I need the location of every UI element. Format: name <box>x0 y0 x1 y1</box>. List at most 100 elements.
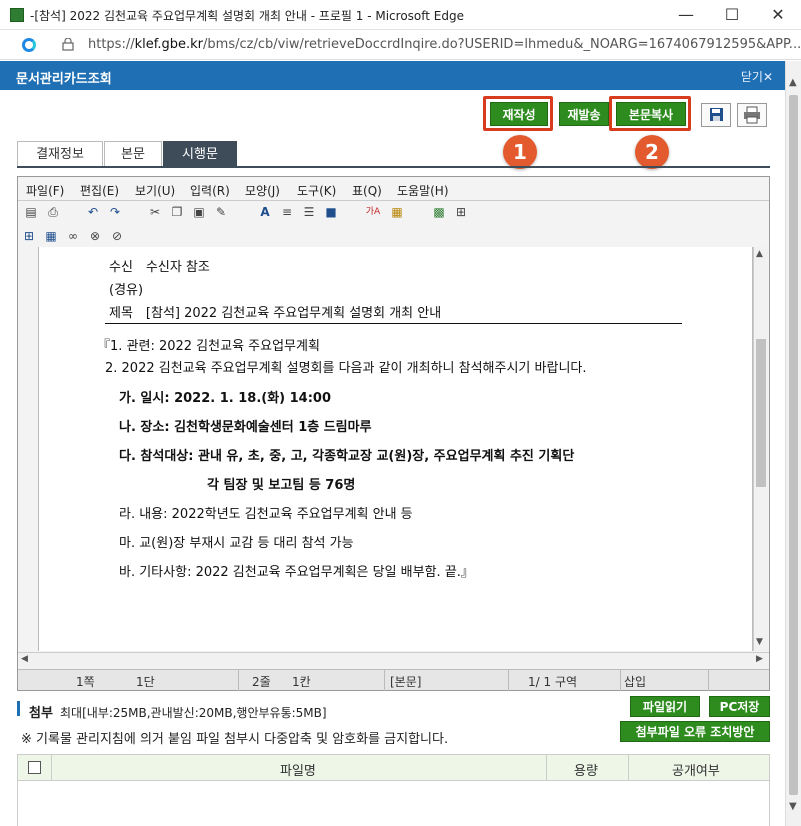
maximize-button[interactable]: ☐ <box>709 0 755 30</box>
menu-table[interactable]: 표(Q) <box>352 182 382 199</box>
table-grid-icon[interactable]: ▦ <box>42 227 60 245</box>
menu-insert[interactable]: 입력(R) <box>190 182 230 199</box>
status-column: 1칸 <box>292 675 311 689</box>
doc-item-da-cont: 각 팀장 및 보고팀 등 76명 <box>207 478 356 493</box>
url-text[interactable]: https://klef.gbe.kr/bms/cz/cb/viw/retrie… <box>88 37 801 52</box>
column-filename[interactable]: 파일명 <box>280 760 316 779</box>
address-bar[interactable]: https://klef.gbe.kr/bms/cz/cb/viw/retrie… <box>0 30 801 60</box>
status-separator <box>708 670 709 691</box>
table-icon[interactable]: ⊞ <box>452 203 470 221</box>
format-paint-icon[interactable]: ✎ <box>212 203 230 221</box>
status-separator <box>238 670 239 691</box>
dialog-title: 문서관리카드조회 <box>16 72 112 87</box>
attachment-notice: ※ 기록물 관리지침에 의거 붙임 파일 첨부시 다중압축 및 암호화를 금지합… <box>21 732 449 747</box>
print-preview-icon[interactable]: ⎙ <box>44 203 62 221</box>
document-horizontal-scrollbar[interactable]: ◀ ▶ <box>18 652 769 667</box>
doc-recipient: 수신 수신자 참조 <box>109 260 210 275</box>
doc-subject: 제목 [참석] 2022 김천교육 주요업무계획 설명회 개최 안내 <box>109 306 442 321</box>
attachment-table: 파일명 용량 공개여부 <box>17 754 770 826</box>
copy-body-button[interactable]: 본문복사 <box>616 102 686 126</box>
status-section: 1단 <box>136 675 155 689</box>
lock-icon[interactable] <box>62 38 74 51</box>
attachment-error-guide-button[interactable]: 첨부파일 오류 조치방안 <box>620 721 770 742</box>
bookmark-icon[interactable]: ⊘ <box>108 227 126 245</box>
read-file-button[interactable]: 파일읽기 <box>630 696 700 717</box>
char-map-icon[interactable]: 가A <box>364 203 382 221</box>
tab-approval-info[interactable]: 결재정보 <box>17 141 103 167</box>
scroll-up-icon[interactable]: ▲ <box>789 77 797 88</box>
copy-icon[interactable]: ❐ <box>168 203 186 221</box>
doc-item-ra: 라. 내용: 2022학년도 김천교육 주요업무계획 안내 등 <box>119 507 413 522</box>
url-scheme: https:// <box>88 37 135 52</box>
doc-scroll-down-icon[interactable]: ▼ <box>756 637 763 647</box>
editor-statusbar: 1쪽 1단 2줄 1칸 [본문] 1/ 1 구역 삽입 <box>18 669 769 691</box>
status-line: 2줄 <box>252 675 271 689</box>
window-titlebar: -[참석] 2022 김천교육 주요업무계획 설명회 개최 안내 - 프로필 1… <box>0 0 801 30</box>
menu-view[interactable]: 보기(U) <box>135 182 175 199</box>
rewrite-button[interactable]: 재작성 <box>490 102 548 126</box>
redo-icon[interactable]: ↷ <box>106 203 124 221</box>
url-path: /bms/cz/cb/viw/retrieveDoccrdInqire.do?U… <box>203 37 801 52</box>
status-page: 1쪽 <box>76 675 95 689</box>
menu-format[interactable]: 모양(J) <box>245 182 280 199</box>
document-vertical-scrollbar[interactable]: ▲ ▼ <box>753 247 768 651</box>
edge-logo-icon <box>22 38 36 52</box>
scroll-down-icon[interactable]: ▼ <box>789 801 797 812</box>
scroll-thumb[interactable] <box>789 95 798 795</box>
doc-item-2: 2. 2022 김천교육 주요업무계획 설명회를 다음과 같이 개최하니 참석해… <box>105 361 587 376</box>
dialog-close-button[interactable]: 닫기✕ <box>741 68 773 85</box>
close-window-button[interactable]: ✕ <box>755 0 801 30</box>
step-badge-2: 2 <box>635 135 669 169</box>
page-setup-icon[interactable]: ▤ <box>22 203 40 221</box>
doc-scroll-left-icon[interactable]: ◀ <box>21 654 28 664</box>
menu-tools[interactable]: 도구(K) <box>297 182 336 199</box>
status-separator <box>384 670 385 691</box>
doc-scroll-right-icon[interactable]: ▶ <box>756 654 763 664</box>
link-icon[interactable]: ∞ <box>64 227 82 245</box>
tab-body[interactable]: 본문 <box>104 141 162 167</box>
dialog-header: 문서관리카드조회 닫기✕ <box>0 61 785 90</box>
editor-menubar: 파일(F) 편집(E) 보기(U) 입력(R) 모양(J) 도구(K) 표(Q)… <box>18 177 769 201</box>
unlink-icon[interactable]: ⊗ <box>86 227 104 245</box>
doc-item-ba: 바. 기타사항: 2022 김천교육 주요업무계획은 당일 배부함. 끝.』 <box>119 565 474 580</box>
attachment-marker <box>17 701 20 716</box>
select-all-checkbox[interactable] <box>28 761 41 774</box>
tab-enforcement[interactable]: 시행문 <box>163 141 237 167</box>
column-size[interactable]: 용량 <box>574 760 598 779</box>
status-separator <box>508 670 509 691</box>
paste-icon[interactable]: ▣ <box>190 203 208 221</box>
table-insert-icon[interactable]: ⊞ <box>20 227 38 245</box>
menu-help[interactable]: 도움말(H) <box>397 182 449 199</box>
minimize-button[interactable]: — <box>663 0 709 30</box>
page-scrollbar[interactable]: ▲ ▼ <box>785 61 801 826</box>
menu-edit[interactable]: 편집(E) <box>80 182 119 199</box>
memo-icon[interactable]: ▦ <box>388 203 406 221</box>
status-mode: [본문] <box>390 675 422 689</box>
column-public[interactable]: 공개여부 <box>672 760 720 779</box>
document-editor: 파일(F) 편집(E) 보기(U) 입력(R) 모양(J) 도구(K) 표(Q)… <box>17 176 770 691</box>
print-icon[interactable] <box>737 103 767 127</box>
doc-item-1: 『1. 관련: 2022 김천교육 주요업무계획 <box>97 339 320 354</box>
image-icon[interactable]: ▩ <box>430 203 448 221</box>
undo-icon[interactable]: ↶ <box>84 203 102 221</box>
doc-scroll-thumb[interactable] <box>756 339 766 487</box>
column-separator <box>51 755 52 781</box>
doc-scroll-up-icon[interactable]: ▲ <box>756 249 763 259</box>
menu-file[interactable]: 파일(F) <box>26 182 64 199</box>
url-host: klef.gbe.kr <box>134 37 204 52</box>
font-icon[interactable]: A <box>256 203 274 221</box>
document-page[interactable]: 수신 수신자 참조 (경유) 제목 [참석] 2022 김천교육 주요업무계획 … <box>38 247 753 651</box>
cut-icon[interactable]: ✂ <box>146 203 164 221</box>
tab-underline <box>17 166 770 168</box>
subject-underline <box>105 323 682 324</box>
save-icon[interactable] <box>701 103 731 127</box>
doc-via: (경유) <box>109 283 144 298</box>
paragraph-icon[interactable]: ≡ <box>278 203 296 221</box>
doc-item-ma: 마. 교(원)장 부재시 교감 등 대리 참석 가능 <box>119 536 354 551</box>
resend-button[interactable]: 재발송 <box>559 102 609 126</box>
info-icon[interactable]: ■ <box>322 203 340 221</box>
window-title: -[참석] 2022 김천교육 주요업무계획 설명회 개최 안내 - 프로필 1… <box>30 9 464 23</box>
page-favicon-icon <box>10 8 24 22</box>
style-icon[interactable]: ☰ <box>300 203 318 221</box>
pc-save-button[interactable]: PC저장 <box>709 696 770 717</box>
